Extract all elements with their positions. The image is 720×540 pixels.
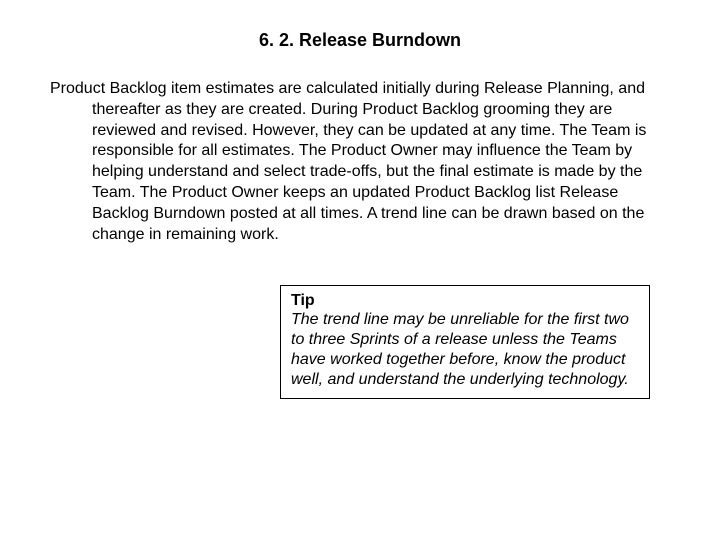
section-body: Product Backlog item estimates are calcu… [92,79,670,245]
section-heading: 6. 2. Release Burndown [50,30,670,51]
tip-body: The trend line may be unreliable for the… [291,310,639,390]
tip-box: Tip The trend line may be unreliable for… [280,285,650,399]
tip-title: Tip [291,292,639,310]
